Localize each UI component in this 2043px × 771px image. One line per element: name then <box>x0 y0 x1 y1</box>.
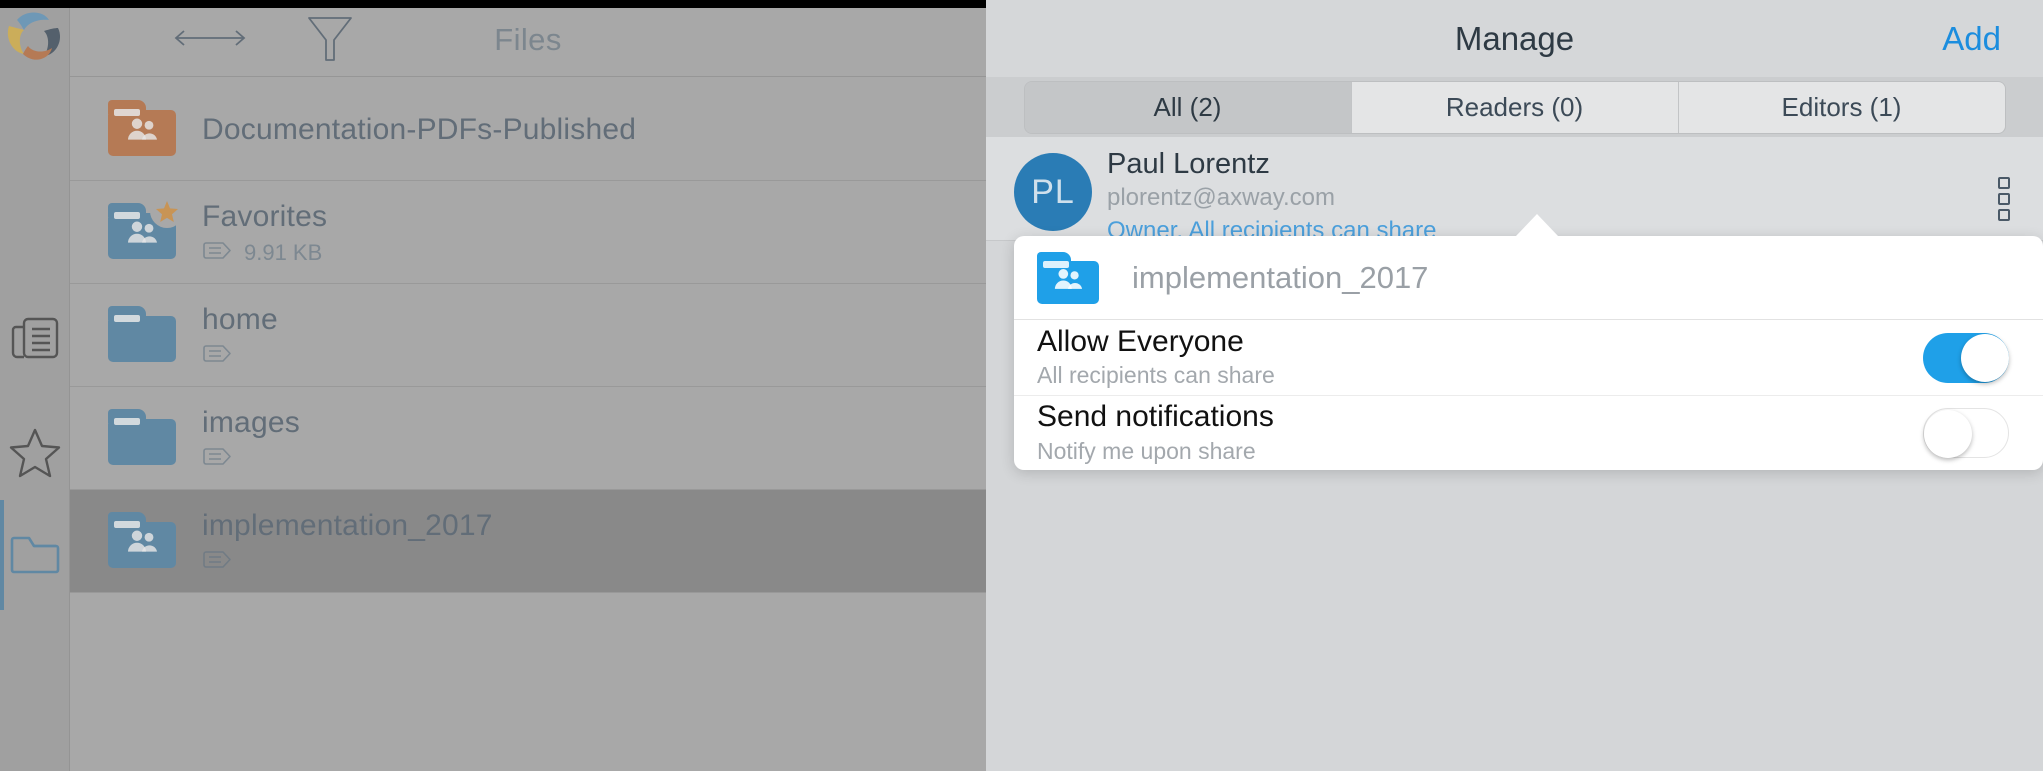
shared-folder-blue-icon <box>108 512 178 570</box>
pinwheel-logo-icon <box>3 4 67 66</box>
file-list: Documentation-PDFs-Published Favorites 9… <box>70 78 986 771</box>
list-item[interactable]: images <box>70 387 986 490</box>
sidebar-item-activity[interactable] <box>0 300 70 380</box>
allow-everyone-label: Allow Everyone <box>1037 324 1244 358</box>
app-root: Files Documentation-PDFs-Published Favor… <box>0 0 2043 771</box>
shared-folder-blue-star-icon <box>108 194 184 261</box>
files-toolbar: Files <box>70 0 986 77</box>
file-meta: 9.91 KB <box>202 240 327 265</box>
recipient-name: Paul Lorentz <box>1107 148 1270 180</box>
tag-icon <box>202 241 232 265</box>
popover-folder-name: implementation_2017 <box>1132 259 1429 295</box>
recipient-row[interactable]: PL Paul Lorentz plorentz@axway.com Owner… <box>986 137 2043 244</box>
file-meta <box>202 345 278 367</box>
file-meta <box>202 448 300 470</box>
page-title: Files <box>494 22 562 57</box>
tag-icon <box>202 550 232 574</box>
file-size: 9.91 KB <box>244 240 323 265</box>
shared-folder-blue-icon <box>1037 251 1099 304</box>
segmented-control: All (2) Readers (0) Editors (1) <box>986 77 2043 137</box>
send-notifications-label: Send notifications <box>1037 400 1274 434</box>
file-name: implementation_2017 <box>202 509 493 542</box>
news-document-icon <box>10 315 60 366</box>
avatar: PL <box>1014 153 1092 231</box>
list-item[interactable]: Documentation-PDFs-Published <box>70 78 986 181</box>
list-item[interactable]: home <box>70 284 986 387</box>
allow-everyone-sublabel: All recipients can share <box>1037 362 1275 389</box>
popover-arrow <box>1516 214 1558 236</box>
overflow-menu-icon[interactable] <box>1987 177 2021 221</box>
send-notifications-toggle[interactable] <box>1923 408 2009 458</box>
allow-everyone-toggle[interactable] <box>1923 332 2009 383</box>
list-item[interactable]: Favorites 9.91 KB <box>70 181 986 284</box>
status-bar <box>0 0 986 8</box>
file-name: home <box>202 303 278 336</box>
file-name: Favorites <box>202 200 328 233</box>
shared-folder-orange-icon <box>108 100 178 158</box>
sidebar <box>0 0 70 771</box>
sidebar-item-favorites[interactable] <box>0 415 70 495</box>
share-options-popover: implementation_2017 Allow Everyone All r… <box>1014 236 2043 470</box>
tab-all[interactable]: All (2) <box>1024 81 1352 133</box>
file-name: images <box>202 406 300 439</box>
tab-editors[interactable]: Editors (1) <box>1678 81 2005 133</box>
sidebar-item-files[interactable] <box>0 515 70 595</box>
file-name: Documentation-PDFs-Published <box>202 112 637 146</box>
favorite-star-icon <box>150 194 184 228</box>
add-button[interactable]: Add <box>1942 20 2001 58</box>
popover-header: implementation_2017 <box>1014 236 2043 320</box>
list-item-selected[interactable]: implementation_2017 <box>70 490 986 593</box>
tag-icon <box>202 447 232 471</box>
folder-blue-icon <box>108 306 178 364</box>
tab-readers[interactable]: Readers (0) <box>1351 81 1679 133</box>
file-meta <box>202 551 493 573</box>
folder-outline-icon <box>9 532 61 579</box>
panel-title: Manage <box>1454 20 1575 57</box>
folder-blue-icon <box>108 409 178 467</box>
send-notifications-row[interactable]: Send notifications Notify me upon share <box>1014 395 2043 470</box>
send-notifications-sublabel: Notify me upon share <box>1037 437 1256 464</box>
star-outline-icon <box>8 427 62 484</box>
file-browser: Files Documentation-PDFs-Published Favor… <box>70 0 986 771</box>
allow-everyone-row[interactable]: Allow Everyone All recipients can share <box>1014 320 2043 395</box>
recipient-email: plorentz@axway.com <box>1107 184 1335 211</box>
panel-header: Manage Add <box>986 0 2043 77</box>
tag-icon <box>202 344 232 368</box>
